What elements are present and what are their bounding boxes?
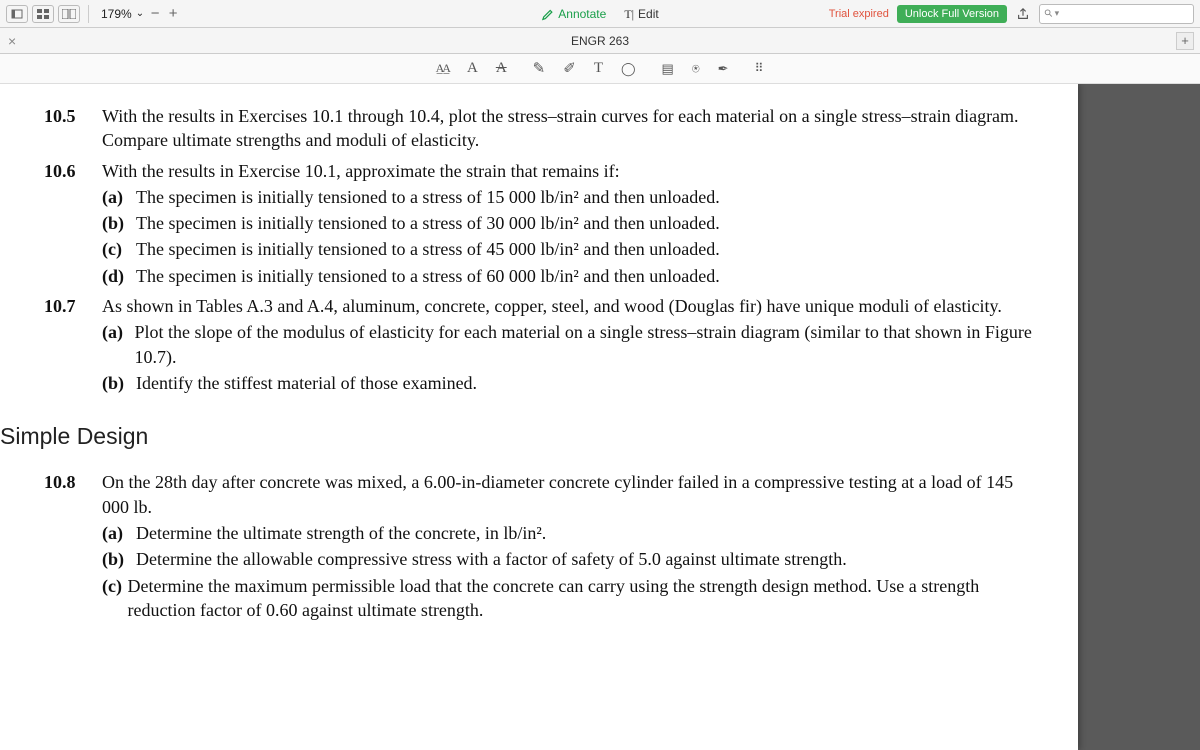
sub-label: (a): [102, 521, 136, 545]
pencil-tool-icon[interactable]: ✎: [533, 59, 546, 78]
sub-text: The specimen is initially tensioned to a…: [136, 185, 720, 209]
search-box[interactable]: ▾: [1039, 4, 1194, 24]
edit-button[interactable]: T| Edit: [624, 7, 658, 22]
zoom-value[interactable]: 179%: [101, 7, 132, 21]
tab-bar: × ENGR 263 +: [0, 28, 1200, 54]
right-action-group: Trial expired Unlock Full Version ▾: [829, 4, 1194, 24]
trial-expired-label: Trial expired: [829, 8, 889, 20]
share-icon[interactable]: [1015, 6, 1031, 22]
pen-tool-icon[interactable]: ✐: [563, 59, 576, 78]
sub-label: (b): [102, 547, 136, 571]
view-mode-group: [6, 5, 80, 23]
view-single-icon[interactable]: [6, 5, 28, 23]
text-a2-tool[interactable]: A: [496, 60, 507, 77]
sub-text: Determine the maximum permissible load t…: [128, 574, 1038, 623]
sub-text: The specimen is initially tensioned to a…: [136, 237, 720, 261]
sub-text: The specimen is initially tensioned to a…: [136, 264, 720, 288]
annotate-label: Annotate: [558, 7, 606, 21]
search-input[interactable]: [1062, 8, 1189, 20]
sub-text: Plot the slope of the modulus of elastic…: [135, 320, 1038, 369]
document-title: ENGR 263: [571, 34, 629, 48]
close-tab-button[interactable]: ×: [8, 33, 16, 49]
view-grid-icon[interactable]: [32, 5, 54, 23]
sub-label: (c): [102, 574, 128, 623]
document-page: 10.5 With the results in Exercises 10.1 …: [0, 84, 1078, 750]
divider: [88, 5, 89, 23]
edit-cursor-icon: T|: [624, 7, 634, 22]
problem-number: 10.6: [44, 159, 102, 288]
note-tool-icon[interactable]: ▤: [662, 61, 674, 77]
problem-text: With the results in Exercises 10.1 throu…: [102, 104, 1038, 153]
text-a1-tool[interactable]: A: [467, 60, 478, 77]
more-tools-icon[interactable]: ⠿: [755, 61, 765, 76]
annotate-button[interactable]: Annotate: [541, 7, 606, 21]
zoom-out-button[interactable]: −: [148, 5, 162, 22]
add-tab-button[interactable]: +: [1176, 32, 1194, 50]
sub-label: (c): [102, 237, 136, 261]
annotation-toolbar: A̲A̲ A A ✎ ✐ T ◯ ▤ ⍟ ✒ ⠿: [0, 54, 1200, 84]
sub-text: Identify the stiffest material of those …: [136, 371, 477, 395]
search-chevron-icon: ▾: [1055, 8, 1060, 19]
sub-label: (d): [102, 264, 136, 288]
search-icon: [1044, 8, 1054, 19]
zoom-chevron-icon[interactable]: ⌄: [136, 8, 144, 19]
lasso-tool-icon[interactable]: ◯: [621, 61, 636, 77]
problem-text: On the 28th day after concrete was mixed…: [102, 470, 1038, 519]
unlock-button[interactable]: Unlock Full Version: [897, 5, 1007, 23]
center-action-group: Annotate T| Edit: [541, 0, 658, 28]
page-viewport: 10.5 With the results in Exercises 10.1 …: [0, 84, 1200, 750]
zoom-in-button[interactable]: +: [166, 5, 180, 22]
problem-number: 10.7: [44, 294, 102, 395]
stamp-tool-icon[interactable]: ⍟: [692, 61, 700, 77]
sub-text: Determine the ultimate strength of the c…: [136, 521, 546, 545]
zoom-control: 179% ⌄ − +: [101, 5, 180, 22]
problem-text: With the results in Exercise 10.1, appro…: [102, 159, 720, 183]
top-toolbar: 179% ⌄ − + Annotate T| Edit Trial expire…: [0, 0, 1200, 28]
sub-label: (a): [102, 320, 135, 369]
problem-number: 10.8: [44, 470, 102, 622]
problem-text: As shown in Tables A.3 and A.4, aluminum…: [102, 294, 1038, 318]
text-style-tool[interactable]: A̲A̲: [436, 61, 449, 76]
view-twopage-icon[interactable]: [58, 5, 80, 23]
edit-label: Edit: [638, 7, 659, 21]
sub-text: Determine the allowable compressive stre…: [136, 547, 847, 571]
section-heading: Simple Design: [0, 421, 1038, 452]
sub-label: (a): [102, 185, 136, 209]
sub-text: The specimen is initially tensioned to a…: [136, 211, 720, 235]
textbox-tool[interactable]: T: [594, 60, 603, 77]
problem-number: 10.5: [44, 104, 102, 153]
signature-tool-icon[interactable]: ✒: [718, 61, 729, 77]
sub-label: (b): [102, 371, 136, 395]
sub-label: (b): [102, 211, 136, 235]
